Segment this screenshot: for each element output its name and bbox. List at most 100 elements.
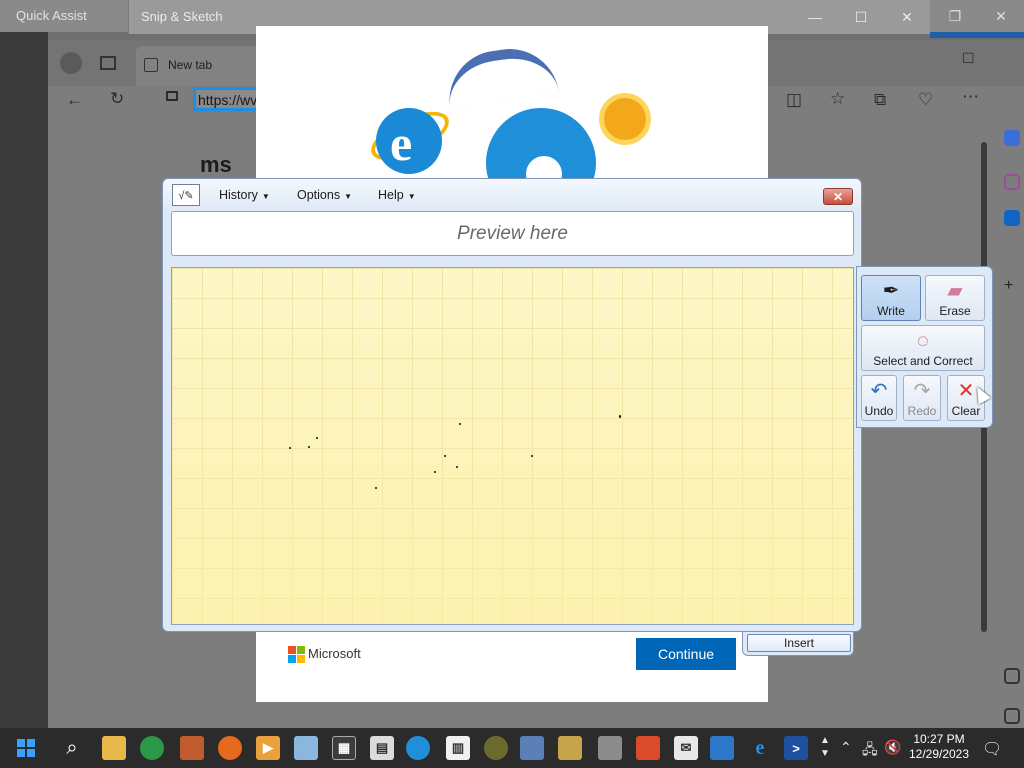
mail-icon[interactable]: ✉ — [674, 736, 698, 760]
media-player-icon[interactable]: ▶ — [256, 736, 280, 760]
menu-help[interactable]: Help ▼ — [378, 188, 416, 202]
tab-label: New tab — [168, 58, 213, 72]
back-icon[interactable]: ← — [66, 90, 83, 110]
people-icon[interactable] — [180, 736, 204, 760]
ink-dot — [531, 455, 533, 457]
undo-button[interactable]: ↶ Undo — [861, 375, 897, 421]
more-icon[interactable]: ⋯ — [962, 87, 979, 107]
add-icon[interactable]: + — [1004, 278, 1020, 294]
show-hidden-icons-icon[interactable]: ⌃ — [840, 739, 852, 756]
search-icon[interactable]: ⌕ — [60, 736, 84, 760]
powershell-icon[interactable]: > — [784, 736, 808, 760]
redo-icon: ↷ — [913, 380, 931, 402]
insert-label: Insert — [783, 636, 814, 650]
chevron-down-icon: ▼ — [407, 192, 416, 201]
window-accent — [930, 32, 1024, 38]
network-tray-icon[interactable]: 🖧 — [862, 739, 878, 763]
menu-history[interactable]: History ▼ — [219, 188, 270, 202]
continue-button[interactable]: Continue — [636, 638, 736, 670]
browser-essentials-icon[interactable]: ♡ — [918, 90, 933, 110]
search-icon[interactable] — [1004, 174, 1020, 190]
notifications-icon[interactable]: 🗨 — [982, 739, 1002, 759]
refresh-icon[interactable]: ↻ — [110, 89, 124, 109]
undo-icon: ↶ — [870, 380, 888, 402]
clear-label: Clear — [951, 404, 981, 418]
microsoft-logo-icon — [288, 646, 305, 663]
menu-options[interactable]: Options ▼ — [297, 188, 352, 202]
math-input-icon: √✎ — [172, 184, 200, 206]
server-icon[interactable] — [598, 736, 622, 760]
minimize-icon[interactable]: — — [792, 0, 838, 34]
chrome-icon[interactable] — [140, 736, 164, 760]
store-icon[interactable]: ▥ — [446, 736, 470, 760]
ink-dot — [444, 455, 446, 457]
collections-icon[interactable]: ⧉ — [874, 90, 886, 110]
archive-icon[interactable] — [558, 736, 582, 760]
background-window — [0, 32, 48, 728]
edge-sidebar: + — [998, 86, 1024, 726]
tool-palette: ✒ Write ▰ Erase ◌ Select and Correct ↶ U… — [856, 266, 993, 428]
write-button[interactable]: ✒ Write — [861, 275, 921, 321]
edge-icon[interactable] — [406, 736, 430, 760]
volume-muted-icon[interactable]: 🔇 — [884, 739, 901, 756]
undo-label: Undo — [864, 404, 894, 418]
clock-time: 10:27 PM — [913, 732, 965, 746]
calculator-icon[interactable]: ▦ — [332, 736, 356, 760]
close-button[interactable]: ✕ — [823, 188, 853, 205]
sidebar-toggle-icon[interactable] — [1004, 668, 1020, 684]
preview-area: Preview here — [171, 211, 854, 256]
write-label: Write — [877, 304, 905, 318]
erase-button[interactable]: ▰ Erase — [925, 275, 985, 321]
taskbar: ⌕ ▶ ▦ ▤ ▥ ✉ e > ▲ ▼ ⌃ 🖧 🔇 10:27 PM 12/29/… — [0, 728, 1024, 768]
decorative-arc — [443, 42, 559, 108]
app-icon[interactable] — [484, 736, 508, 760]
address-input[interactable]: https://wv — [198, 92, 257, 108]
ink-dot — [308, 446, 310, 448]
writing-pad[interactable] — [171, 267, 854, 625]
redo-label: Redo — [907, 404, 937, 418]
ink-dot — [316, 437, 318, 439]
ink-dot — [459, 423, 461, 425]
file-explorer-icon[interactable] — [102, 736, 126, 760]
calendar-icon[interactable]: ▤ — [370, 736, 394, 760]
quick-assist-title: Quick Assist — [16, 8, 87, 23]
office-icon[interactable] — [636, 736, 660, 760]
windows-start-icon[interactable] — [14, 736, 38, 760]
erase-label: Erase — [939, 304, 971, 318]
footer-brand: Microsoft — [308, 646, 361, 661]
outlook-icon[interactable] — [1004, 210, 1020, 226]
remote-desktop-icon[interactable] — [520, 736, 544, 760]
maximize-icon[interactable]: ☐ — [838, 0, 884, 34]
close-icon[interactable]: ✕ — [978, 0, 1024, 32]
taskbar-scroll-icon[interactable]: ▲ ▼ — [820, 734, 830, 760]
favorites-icon[interactable]: ☆ — [830, 89, 845, 109]
select-and-correct-button[interactable]: ◌ Select and Correct — [861, 325, 985, 371]
clock[interactable]: 10:27 PM 12/29/2023 — [906, 732, 972, 762]
network-icon[interactable] — [710, 736, 734, 760]
snip-title: Snip & Sketch — [141, 9, 223, 24]
ink-dot — [619, 415, 621, 418]
insert-button[interactable]: Insert — [747, 634, 851, 652]
close-icon: ✕ — [832, 189, 844, 204]
panel-menubar: √✎ History ▼ Options ▼ Help ▼ ✕ — [163, 179, 861, 211]
redo-button[interactable]: ↷ Redo — [903, 375, 941, 421]
internet-explorer-icon[interactable]: e — [748, 736, 772, 760]
new-tab-icon — [144, 58, 158, 72]
split-screen-icon[interactable]: ◫ — [786, 90, 802, 110]
tab-actions-icon[interactable] — [100, 56, 116, 70]
chevron-down-icon: ▼ — [344, 192, 353, 201]
lock-icon — [166, 91, 178, 101]
firefox-icon[interactable] — [218, 736, 242, 760]
lasso-icon: ◌ — [917, 330, 929, 352]
profile-avatar[interactable] — [60, 52, 82, 74]
ink-dot — [289, 447, 291, 449]
clock-date: 12/29/2023 — [908, 747, 970, 761]
copilot-icon[interactable] — [1004, 130, 1020, 146]
chevron-down-icon: ▼ — [261, 192, 270, 201]
photos-icon[interactable] — [294, 736, 318, 760]
external-link-icon[interactable] — [1004, 708, 1020, 724]
maximize-icon[interactable]: ☐ — [962, 50, 975, 67]
close-icon[interactable]: ✕ — [884, 0, 930, 34]
restore-icon[interactable]: ❐ — [932, 0, 978, 32]
ink-dot — [375, 487, 377, 489]
